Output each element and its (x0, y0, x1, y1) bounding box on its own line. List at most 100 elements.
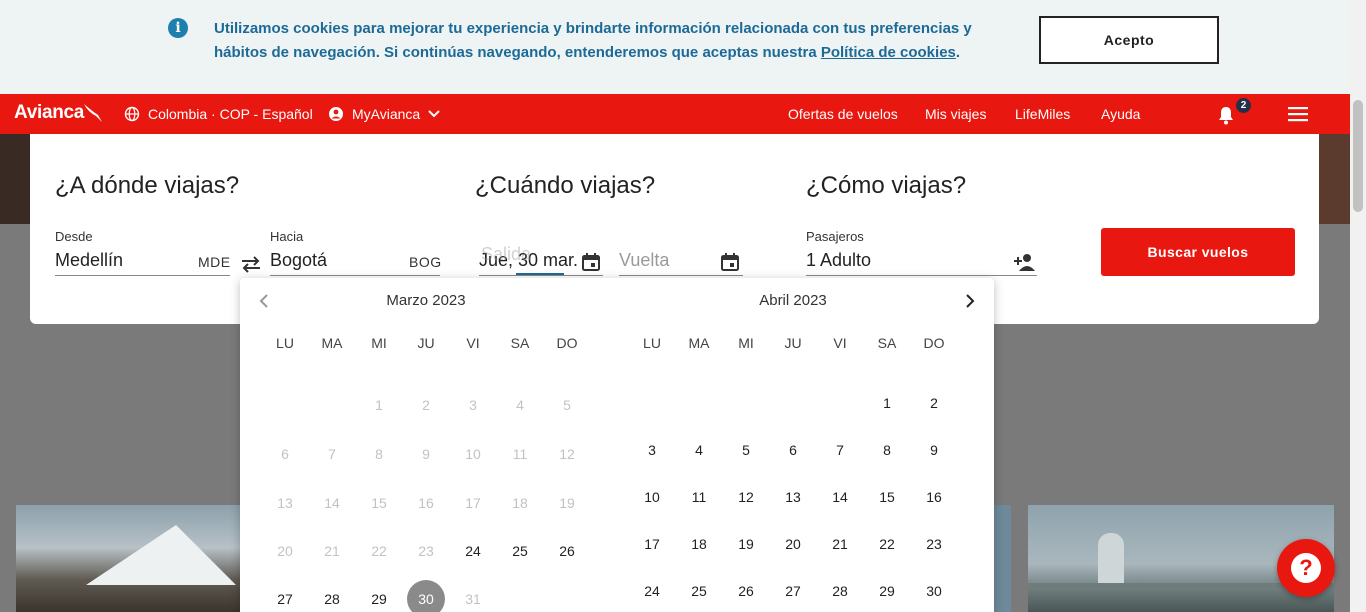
destination-image-mountain[interactable] (16, 505, 240, 612)
calendar-day: 4 (516, 397, 524, 413)
hamburger-menu-icon[interactable] (1288, 106, 1308, 122)
calendar-day[interactable]: 20 (773, 531, 813, 557)
calendar-day[interactable]: 23 (914, 531, 954, 557)
calendar-day: 5 (563, 397, 571, 413)
calendar-icon[interactable] (720, 252, 740, 272)
calendar-day[interactable]: 29 (359, 586, 399, 612)
calendar-day[interactable]: 15 (867, 484, 907, 510)
calendar-day[interactable]: 17 (632, 531, 672, 557)
myavianca-label: MyAvianca (352, 106, 421, 122)
calendar-day[interactable]: 22 (867, 531, 907, 557)
destination-image-partial[interactable] (994, 505, 1011, 612)
calendar-day: 8 (375, 446, 383, 462)
region-selector[interactable]: Colombia · COP - Español (124, 106, 313, 122)
calendar-day[interactable]: 30 (914, 578, 954, 604)
bell-icon[interactable] (1216, 105, 1236, 125)
weekday-header: JU (417, 335, 435, 351)
cookie-policy-link[interactable]: Política de cookies (821, 44, 956, 61)
from-value: Medellín (55, 250, 124, 270)
calendar-icon[interactable] (581, 252, 601, 272)
avianca-bird-icon (84, 104, 102, 122)
hero-image-right (1319, 134, 1350, 224)
search-flights-button[interactable]: Buscar vuelos (1101, 228, 1295, 276)
calendar-day[interactable]: 26 (726, 578, 766, 604)
chevron-left-icon[interactable] (256, 292, 274, 310)
info-icon: i (168, 18, 188, 38)
calendar-day[interactable]: 9 (914, 437, 954, 463)
calendar-day[interactable]: 25 (500, 538, 540, 564)
how-title: ¿Cómo viajas? (806, 172, 967, 199)
from-label: Desde (55, 229, 93, 244)
calendar-day: 1 (375, 397, 383, 413)
calendar-day: 21 (324, 543, 340, 559)
weekday-header: JU (784, 335, 802, 351)
avianca-logo[interactable]: Avianca (14, 102, 84, 124)
calendar-day[interactable]: 28 (312, 586, 352, 612)
cookie-message-suffix: . (955, 44, 961, 61)
accept-cookies-button[interactable]: Acepto (1039, 16, 1219, 64)
cookie-message: Utilizamos cookies para mejorar tu exper… (214, 17, 1014, 65)
swap-icon[interactable] (240, 255, 262, 273)
calendar-day: 6 (281, 446, 289, 462)
calendar-day[interactable]: 7 (820, 437, 860, 463)
calendar-day[interactable]: 21 (820, 531, 860, 557)
weekday-header: MA (321, 335, 343, 351)
calendar-day-selected[interactable]: 30 (406, 586, 446, 612)
calendar-day[interactable]: 6 (773, 437, 813, 463)
weekday-header: MI (371, 335, 387, 351)
globe-icon (124, 106, 140, 122)
calendar-day: 22 (371, 543, 387, 559)
calendar-day[interactable]: 25 (679, 578, 719, 604)
cookie-banner: i Utilizamos cookies para mejorar tu exp… (0, 0, 1350, 94)
calendar-day: 10 (465, 446, 481, 462)
calendar-day: 17 (465, 495, 481, 511)
calendar-day[interactable]: 29 (867, 578, 907, 604)
calendar-day[interactable]: 18 (679, 531, 719, 557)
calendar-day: 12 (559, 446, 575, 462)
calendar-day[interactable]: 11 (679, 484, 719, 510)
chevron-right-icon[interactable] (961, 292, 979, 310)
calendar-day[interactable]: 12 (726, 484, 766, 510)
nav-link-help[interactable]: Ayuda (1101, 106, 1140, 122)
page-scrollbar[interactable] (1350, 0, 1366, 612)
passengers-label: Pasajeros (806, 229, 864, 244)
user-circle-icon (329, 107, 343, 121)
calendar-day[interactable]: 19 (726, 531, 766, 557)
calendar-day: 13 (277, 495, 293, 511)
calendar-day[interactable]: 28 (820, 578, 860, 604)
calendar-day[interactable]: 14 (820, 484, 860, 510)
calendar-day[interactable]: 27 (265, 586, 305, 612)
month-title-right: Abril 2023 (759, 292, 827, 309)
nav-link-offers[interactable]: Ofertas de vuelos (788, 106, 898, 122)
help-chat-button[interactable]: ? (1277, 539, 1335, 597)
calendar-day[interactable]: 4 (679, 437, 719, 463)
depart-label-overlap: Salida (481, 244, 532, 264)
calendar-day[interactable]: 2 (914, 390, 954, 416)
calendar-day[interactable]: 1 (867, 390, 907, 416)
region-label: Colombia · COP - Español (148, 106, 313, 122)
weekday-header: MI (738, 335, 754, 351)
calendar-day: 2 (422, 397, 430, 413)
depart-focus-underline (516, 273, 564, 275)
calendar-day: 19 (559, 495, 575, 511)
calendar-day[interactable]: 3 (632, 437, 672, 463)
weekday-header: SA (510, 335, 530, 351)
calendar-day[interactable]: 8 (867, 437, 907, 463)
date-picker: Marzo 2023 Abril 2023 LU MA MI JU VI SA DO 1 2 3 4… (240, 278, 994, 612)
calendar-day[interactable]: 24 (632, 578, 672, 604)
add-person-icon[interactable] (1013, 252, 1037, 272)
to-value: Bogotá (270, 250, 328, 270)
passengers-field[interactable]: 1 Adulto (806, 250, 1037, 276)
calendar-day[interactable]: 13 (773, 484, 813, 510)
calendar-day[interactable]: 10 (632, 484, 672, 510)
myavianca-menu[interactable]: MyAvianca (328, 106, 440, 122)
calendar-day[interactable]: 5 (726, 437, 766, 463)
nav-link-lifemiles[interactable]: LifeMiles (1015, 106, 1070, 122)
calendar-day[interactable]: 24 (453, 538, 493, 564)
weekday-header: DO (556, 335, 578, 351)
nav-link-my-trips[interactable]: Mis viajes (925, 106, 986, 122)
calendar-day[interactable]: 26 (547, 538, 587, 564)
calendar-day[interactable]: 16 (914, 484, 954, 510)
calendar-day[interactable]: 27 (773, 578, 813, 604)
scrollbar-thumb[interactable] (1353, 100, 1363, 212)
